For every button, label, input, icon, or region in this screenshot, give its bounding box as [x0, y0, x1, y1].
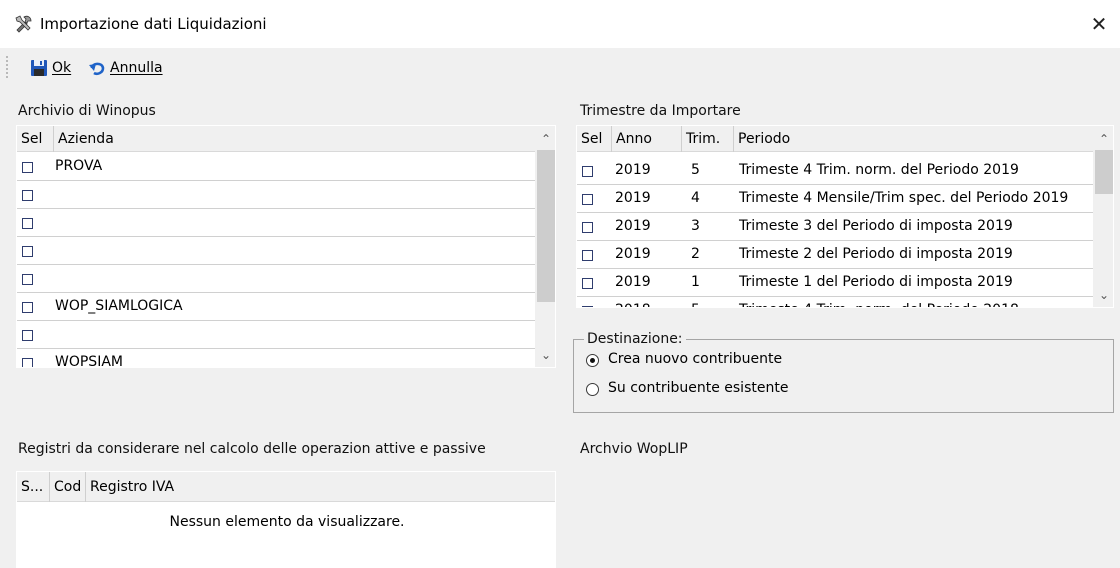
trimestre-label: Trimestre da Importare: [580, 103, 741, 119]
table-row[interactable]: PROVA: [17, 153, 535, 181]
periodo-cell: Trimeste 1 del Periodo di imposta 2019: [739, 274, 1013, 290]
ok-label: Ok: [52, 60, 72, 76]
column-header-azienda[interactable]: Azienda: [53, 126, 533, 152]
azienda-cell: WOPSIAM: [55, 354, 123, 368]
anno-cell: 2019: [615, 246, 651, 262]
trimestre-grid-header: Sel Anno Trim. Periodo: [577, 126, 1093, 152]
cancel-button[interactable]: Annulla: [88, 57, 163, 79]
periodo-cell: Trimeste 4 Trim. norm. del Periodo 2019: [739, 162, 1019, 178]
anno-cell: 2019: [615, 274, 651, 290]
table-row[interactable]: [17, 181, 535, 209]
row-checkbox[interactable]: [582, 194, 593, 205]
row-checkbox[interactable]: [22, 302, 33, 313]
anno-cell: 2018: [615, 297, 651, 307]
save-icon: [31, 60, 47, 76]
azienda-cell: PROVA: [55, 158, 103, 174]
column-header-sel[interactable]: S...: [21, 472, 49, 502]
radio-crea-nuovo[interactable]: Crea nuovo contribuente: [584, 351, 884, 371]
periodo-cell: Trimeste 4 Trim. norm. del Periodo 2018: [739, 297, 1019, 307]
window-title: Importazione dati Liquidazioni: [40, 15, 267, 33]
table-row[interactable]: 2019 3 Trimeste 3 del Periodo di imposta…: [577, 213, 1093, 241]
archivio-grid-header: Sel Azienda: [17, 126, 535, 152]
table-row[interactable]: 2018 5 Trimeste 4 Trim. norm. del Period…: [577, 297, 1093, 307]
registri-label: Registri da considerare nel calcolo dell…: [18, 441, 486, 457]
column-header-cod[interactable]: Cod: [49, 472, 85, 502]
scroll-down-icon[interactable]: ⌄: [535, 344, 555, 366]
periodo-cell: Trimeste 2 del Periodo di imposta 2019: [739, 246, 1013, 262]
trimestre-scrollbar[interactable]: ⌃ ⌄: [1093, 126, 1113, 307]
periodo-cell: Trimeste 3 del Periodo di imposta 2019: [739, 218, 1013, 234]
woplip-label: Archvio WopLIP: [580, 441, 688, 457]
row-checkbox[interactable]: [582, 166, 593, 177]
scroll-thumb[interactable]: [537, 150, 555, 302]
trim-cell: 5: [691, 297, 700, 307]
close-button[interactable]: ✕: [1084, 10, 1114, 38]
column-header-anno[interactable]: Anno: [611, 126, 681, 152]
scroll-up-icon[interactable]: ⌃: [535, 128, 555, 150]
row-checkbox[interactable]: [582, 250, 593, 261]
trim-cell: 3: [691, 218, 700, 234]
undo-icon: [89, 62, 105, 76]
table-row[interactable]: [17, 209, 535, 237]
column-header-periodo[interactable]: Periodo: [733, 126, 1093, 152]
scroll-down-icon[interactable]: ⌄: [1093, 284, 1113, 306]
scroll-thumb[interactable]: [1095, 150, 1113, 194]
azienda-cell: WOP_SIAMLOGICA: [55, 298, 183, 314]
trimestre-grid[interactable]: Sel Anno Trim. Periodo 2019 5 Trimeste 4…: [576, 125, 1114, 308]
anno-cell: 2019: [615, 162, 651, 178]
archivio-grid[interactable]: Sel Azienda PROVA WOP_SIAMLOGICA WOPSIAM…: [16, 125, 556, 368]
radio-esistente-label: Su contribuente esistente: [608, 380, 789, 396]
radio-esistente[interactable]: Su contribuente esistente: [584, 380, 884, 400]
close-icon: ✕: [1090, 12, 1108, 36]
table-row[interactable]: 2019 2 Trimeste 2 del Periodo di imposta…: [577, 241, 1093, 269]
column-header-trim[interactable]: Trim.: [681, 126, 733, 152]
table-row[interactable]: [17, 237, 535, 265]
trim-cell: 2: [691, 246, 700, 262]
row-checkbox[interactable]: [22, 246, 33, 257]
table-row[interactable]: 2019 5 Trimeste 4 Trim. norm. del Period…: [577, 157, 1093, 185]
row-checkbox[interactable]: [582, 306, 593, 307]
row-checkbox[interactable]: [22, 330, 33, 341]
row-checkbox[interactable]: [582, 278, 593, 289]
radio-button[interactable]: [586, 383, 599, 396]
column-header-sel[interactable]: Sel: [581, 126, 611, 152]
table-row[interactable]: [17, 265, 535, 293]
row-checkbox[interactable]: [22, 218, 33, 229]
table-row[interactable]: WOPSIAM: [17, 349, 535, 368]
toolbar-grip[interactable]: [6, 56, 8, 78]
trim-cell: 4: [691, 190, 700, 206]
archivio-label: Archivio di Winopus: [18, 103, 156, 119]
tools-icon: [15, 15, 32, 33]
radio-crea-nuovo-label: Crea nuovo contribuente: [608, 351, 783, 367]
row-checkbox[interactable]: [582, 222, 593, 233]
toolbar: Ok Annulla: [0, 48, 1120, 86]
radio-button-selected[interactable]: [586, 354, 599, 367]
anno-cell: 2019: [615, 218, 651, 234]
ok-button[interactable]: Ok: [30, 57, 71, 79]
table-row[interactable]: [17, 321, 535, 349]
registri-grid-header: S... Cod Registro IVA: [17, 472, 555, 502]
column-header-sel[interactable]: Sel: [21, 126, 53, 152]
empty-message: Nessun elemento da visualizzare.: [169, 514, 405, 530]
destinazione-label: Destinazione:: [584, 331, 686, 347]
row-checkbox[interactable]: [22, 162, 33, 173]
column-header-registro-iva[interactable]: Registro IVA: [85, 472, 285, 502]
archivio-scrollbar[interactable]: ⌃ ⌄: [535, 126, 555, 367]
trim-cell: 5: [691, 162, 700, 178]
row-checkbox[interactable]: [22, 358, 33, 367]
table-row[interactable]: WOP_SIAMLOGICA: [17, 293, 535, 321]
cancel-label: Annulla: [110, 60, 163, 76]
periodo-cell: Trimeste 4 Mensile/Trim spec. del Period…: [739, 190, 1069, 206]
scroll-up-icon[interactable]: ⌃: [1093, 128, 1113, 150]
table-row[interactable]: 2019 4 Trimeste 4 Mensile/Trim spec. del…: [577, 185, 1093, 213]
row-checkbox[interactable]: [22, 190, 33, 201]
title-bar: Importazione dati Liquidazioni ✕: [0, 0, 1120, 48]
row-checkbox[interactable]: [22, 274, 33, 285]
registri-grid[interactable]: S... Cod Registro IVA Nessun elemento da…: [16, 471, 556, 568]
anno-cell: 2019: [615, 190, 651, 206]
table-row[interactable]: 2019 1 Trimeste 1 del Periodo di imposta…: [577, 269, 1093, 297]
trim-cell: 1: [691, 274, 700, 290]
